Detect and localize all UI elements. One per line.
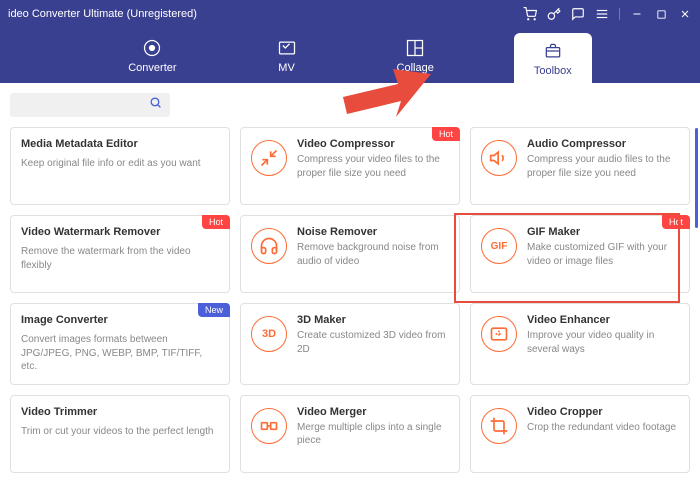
card-video-trimmer[interactable]: Video Trimmer Trim or cut your videos to…: [10, 395, 230, 473]
card-audio-compressor[interactable]: Audio Compressor Compress your audio fil…: [470, 127, 690, 205]
nav-label: MV: [278, 62, 295, 74]
card-title: Video Enhancer: [527, 314, 679, 326]
card-title: Image Converter: [21, 314, 219, 326]
converter-icon: [142, 38, 162, 58]
noise-icon: [251, 228, 287, 264]
card-desc: Compress your audio files to the proper …: [527, 153, 679, 180]
app-title: ideo Converter Ultimate (Unregistered): [8, 8, 197, 20]
card-title: Video Watermark Remover: [21, 226, 219, 238]
search-input[interactable]: [10, 93, 170, 117]
nav-toolbox[interactable]: Toolbox: [514, 33, 592, 87]
card-title: Audio Compressor: [527, 138, 679, 150]
card-title: Video Merger: [297, 406, 449, 418]
card-desc: Convert images formats between JPG/JPEG,…: [21, 333, 219, 374]
hot-badge: Hot: [662, 215, 690, 229]
card-video-enhancer[interactable]: Video Enhancer Improve your video qualit…: [470, 303, 690, 385]
mv-icon: [277, 38, 297, 58]
cart-icon[interactable]: [523, 7, 537, 21]
nav-collage[interactable]: Collage: [377, 32, 454, 80]
close-icon[interactable]: [678, 7, 692, 21]
maximize-icon[interactable]: [654, 7, 668, 21]
audio-compress-icon: [481, 140, 517, 176]
card-watermark-remover[interactable]: Hot Video Watermark Remover Remove the w…: [10, 215, 230, 293]
card-desc: Trim or cut your videos to the perfect l…: [21, 425, 219, 439]
feedback-icon[interactable]: [571, 7, 585, 21]
card-noise-remover[interactable]: Noise Remover Remove background noise fr…: [240, 215, 460, 293]
cropper-icon: [481, 408, 517, 444]
merger-icon: [251, 408, 287, 444]
card-media-metadata[interactable]: Media Metadata Editor Keep original file…: [10, 127, 230, 205]
card-title: 3D Maker: [297, 314, 449, 326]
card-desc: Remove background noise from audio of vi…: [297, 241, 449, 268]
hot-badge: Hot: [202, 215, 230, 229]
card-desc: Keep original file info or edit as you w…: [21, 157, 219, 171]
3d-icon: 3D: [251, 316, 287, 352]
new-badge: New: [198, 303, 230, 317]
card-gif-maker[interactable]: Hot GIF GIF Maker Make customized GIF wi…: [470, 215, 690, 293]
card-desc: Crop the redundant video footage: [527, 421, 679, 435]
card-image-converter[interactable]: New Image Converter Convert images forma…: [10, 303, 230, 385]
card-title: Video Trimmer: [21, 406, 219, 418]
nav-label: Converter: [128, 62, 176, 74]
card-desc: Improve your video quality in several wa…: [527, 329, 679, 356]
card-desc: Compress your video files to the proper …: [297, 153, 449, 180]
compress-icon: [251, 140, 287, 176]
card-title: Video Cropper: [527, 406, 679, 418]
tool-grid: Media Metadata Editor Keep original file…: [10, 127, 690, 473]
nav-mv[interactable]: MV: [257, 32, 317, 80]
card-video-cropper[interactable]: Video Cropper Crop the redundant video f…: [470, 395, 690, 473]
menu-icon[interactable]: [595, 7, 609, 21]
card-3d-maker[interactable]: 3D 3D Maker Create customized 3D video f…: [240, 303, 460, 385]
card-desc: Merge multiple clips into a single piece: [297, 421, 449, 448]
toolbox-icon: [543, 41, 563, 61]
card-desc: Create customized 3D video from 2D: [297, 329, 449, 356]
card-desc: Remove the watermark from the video flex…: [21, 245, 219, 272]
titlebar: ideo Converter Ultimate (Unregistered): [0, 0, 700, 28]
hot-badge: Hot: [432, 127, 460, 141]
content-area: Media Metadata Editor Keep original file…: [0, 83, 700, 500]
nav-label: Toolbox: [534, 65, 572, 77]
card-video-compressor[interactable]: Hot Video Compressor Compress your video…: [240, 127, 460, 205]
card-title: GIF Maker: [527, 226, 679, 238]
titlebar-controls: [523, 7, 692, 21]
separator: [619, 8, 620, 20]
scrollbar-thumb[interactable]: [695, 128, 698, 228]
enhancer-icon: [481, 316, 517, 352]
minimize-icon[interactable]: [630, 7, 644, 21]
card-title: Media Metadata Editor: [21, 138, 219, 150]
card-title: Video Compressor: [297, 138, 449, 150]
card-desc: Make customized GIF with your video or i…: [527, 241, 679, 268]
card-video-merger[interactable]: Video Merger Merge multiple clips into a…: [240, 395, 460, 473]
nav-label: Collage: [397, 62, 434, 74]
main-nav: Converter MV Collage Toolbox: [0, 28, 700, 83]
titlebar-left: ideo Converter Ultimate (Unregistered): [8, 8, 197, 20]
nav-converter[interactable]: Converter: [108, 32, 196, 80]
collage-icon: [405, 38, 425, 58]
key-icon[interactable]: [547, 7, 561, 21]
card-title: Noise Remover: [297, 226, 449, 238]
gif-icon: GIF: [481, 228, 517, 264]
search-icon: [149, 96, 162, 114]
